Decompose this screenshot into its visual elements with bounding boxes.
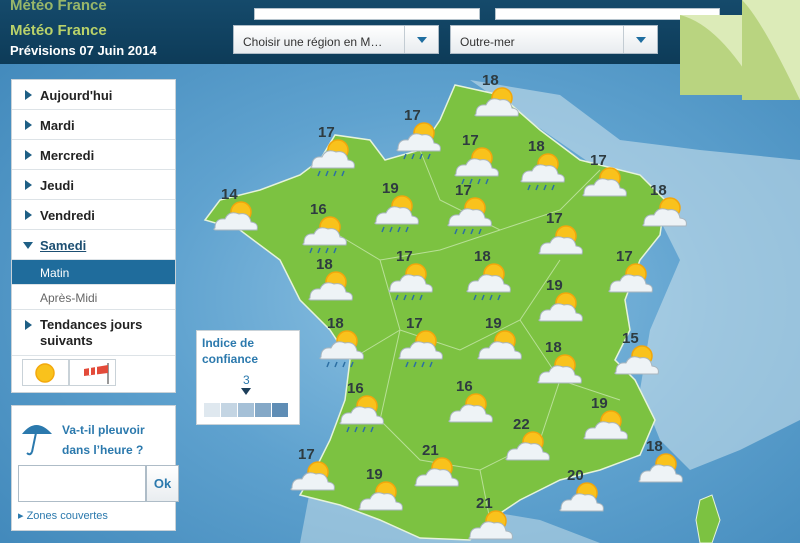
ghost-title: Météo France bbox=[10, 0, 107, 14]
confidence-pointer-icon bbox=[241, 388, 251, 395]
forecast-date: Prévisions 07 Juin 2014 bbox=[10, 43, 157, 58]
region-select-label: Choisir une région en M… bbox=[243, 35, 383, 49]
nav-item-saturday[interactable]: Samedi bbox=[12, 230, 175, 260]
confidence-index: Indice de confiance 3 bbox=[196, 330, 300, 425]
nav-item-label: Jeudi bbox=[40, 178, 74, 193]
confidence-scale-2 bbox=[221, 403, 237, 417]
sun-cloud-icon bbox=[414, 457, 459, 487]
rain-forecast-box: Va-t-il pleuvoir dans l’heure ? Ok ▸ Zon… bbox=[11, 405, 179, 531]
nav-item-label: Samedi bbox=[40, 238, 87, 253]
confidence-scale-4 bbox=[255, 403, 271, 417]
region-select[interactable]: Choisir une région en M… bbox=[233, 25, 439, 54]
page-curl-icon bbox=[742, 0, 800, 100]
nav-item-label: Mercredi bbox=[40, 148, 95, 163]
sun-cloud-icon bbox=[358, 481, 403, 511]
sun-cloud-icon bbox=[468, 510, 513, 540]
nav-sub-morning[interactable]: Matin bbox=[12, 260, 175, 285]
nav-item-label: Tendances jours suivants bbox=[40, 317, 143, 348]
sun-cloud-rain-icon bbox=[388, 263, 433, 301]
sun-cloud-rain-icon bbox=[398, 330, 443, 368]
nav-item-wednesday[interactable]: Mercredi bbox=[12, 140, 175, 170]
sun-cloud-icon bbox=[290, 461, 335, 491]
location-input[interactable] bbox=[18, 465, 146, 502]
nav-item-trends[interactable]: Tendances jours suivants bbox=[12, 310, 175, 356]
sun-cloud-icon bbox=[538, 225, 583, 255]
map-mode-toggle bbox=[22, 359, 117, 386]
sun-cloud-rain-icon bbox=[374, 195, 419, 233]
sun-cloud-icon bbox=[448, 393, 493, 423]
sun-mode-button[interactable] bbox=[22, 359, 69, 386]
outremer-select-label: Outre-mer bbox=[460, 35, 515, 49]
umbrella-icon bbox=[22, 425, 52, 456]
zones-link-label: Zones couvertes bbox=[26, 510, 108, 522]
sun-cloud-rain-icon bbox=[310, 139, 355, 177]
chevron-down-icon[interactable] bbox=[623, 26, 657, 53]
confidence-scale-5 bbox=[272, 403, 288, 417]
sun-cloud-rain-icon bbox=[319, 330, 364, 368]
nav-item-tuesday[interactable]: Mardi bbox=[12, 110, 175, 140]
day-navigation: Aujourd'hui Mardi Mercredi Jeudi Vendred… bbox=[11, 79, 176, 393]
sun-cloud-icon bbox=[559, 482, 604, 512]
nav-item-label: Mardi bbox=[40, 118, 75, 133]
sun-cloud-icon bbox=[505, 431, 550, 461]
confidence-value: 3 bbox=[243, 373, 250, 387]
sun-cloud-icon bbox=[538, 292, 583, 322]
ghost-select-1 bbox=[254, 8, 480, 20]
confidence-scale-1 bbox=[204, 403, 220, 417]
sun-cloud-icon bbox=[474, 87, 519, 117]
confidence-scale-3 bbox=[238, 403, 254, 417]
windsock-icon bbox=[84, 363, 109, 384]
sun-cloud-icon bbox=[582, 167, 627, 197]
chevron-down-icon[interactable] bbox=[404, 26, 438, 53]
nav-item-today[interactable]: Aujourd'hui bbox=[12, 80, 175, 110]
ok-button[interactable]: Ok bbox=[146, 465, 179, 502]
zones-link[interactable]: ▸ Zones couvertes bbox=[18, 509, 108, 522]
nav-item-label: Aujourd'hui bbox=[40, 88, 113, 103]
confidence-title: Indice de confiance bbox=[202, 336, 259, 366]
sun-cloud-icon bbox=[642, 197, 687, 227]
site-title: Météo France bbox=[10, 22, 107, 39]
sun-cloud-rain-icon bbox=[396, 122, 441, 160]
sun-cloud-rain-icon bbox=[447, 197, 492, 235]
sun-cloud-rain-icon bbox=[302, 216, 347, 254]
nav-item-label: Vendredi bbox=[40, 208, 95, 223]
sun-cloud-rain-icon bbox=[339, 395, 384, 433]
sun-cloud-icon bbox=[537, 354, 582, 384]
sun-cloud-rain-icon bbox=[520, 153, 565, 191]
sun-cloud-icon bbox=[608, 263, 653, 293]
sun-cloud-icon bbox=[213, 201, 258, 231]
nav-item-thursday[interactable]: Jeudi bbox=[12, 170, 175, 200]
sun-cloud-icon bbox=[638, 453, 683, 483]
rain-question: Va-t-il pleuvoir dans l’heure ? bbox=[62, 423, 145, 457]
outremer-select[interactable]: Outre-mer bbox=[450, 25, 658, 54]
sun-cloud-icon bbox=[583, 410, 628, 440]
sun-icon bbox=[35, 363, 55, 383]
nav-sub-afternoon[interactable]: Après-Midi bbox=[12, 285, 175, 310]
sun-cloud-icon bbox=[477, 330, 522, 360]
sun-cloud-rain-icon bbox=[466, 263, 511, 301]
nav-item-friday[interactable]: Vendredi bbox=[12, 200, 175, 230]
sun-cloud-icon bbox=[614, 345, 659, 375]
wind-mode-button[interactable] bbox=[69, 359, 116, 386]
sun-cloud-icon bbox=[308, 271, 353, 301]
